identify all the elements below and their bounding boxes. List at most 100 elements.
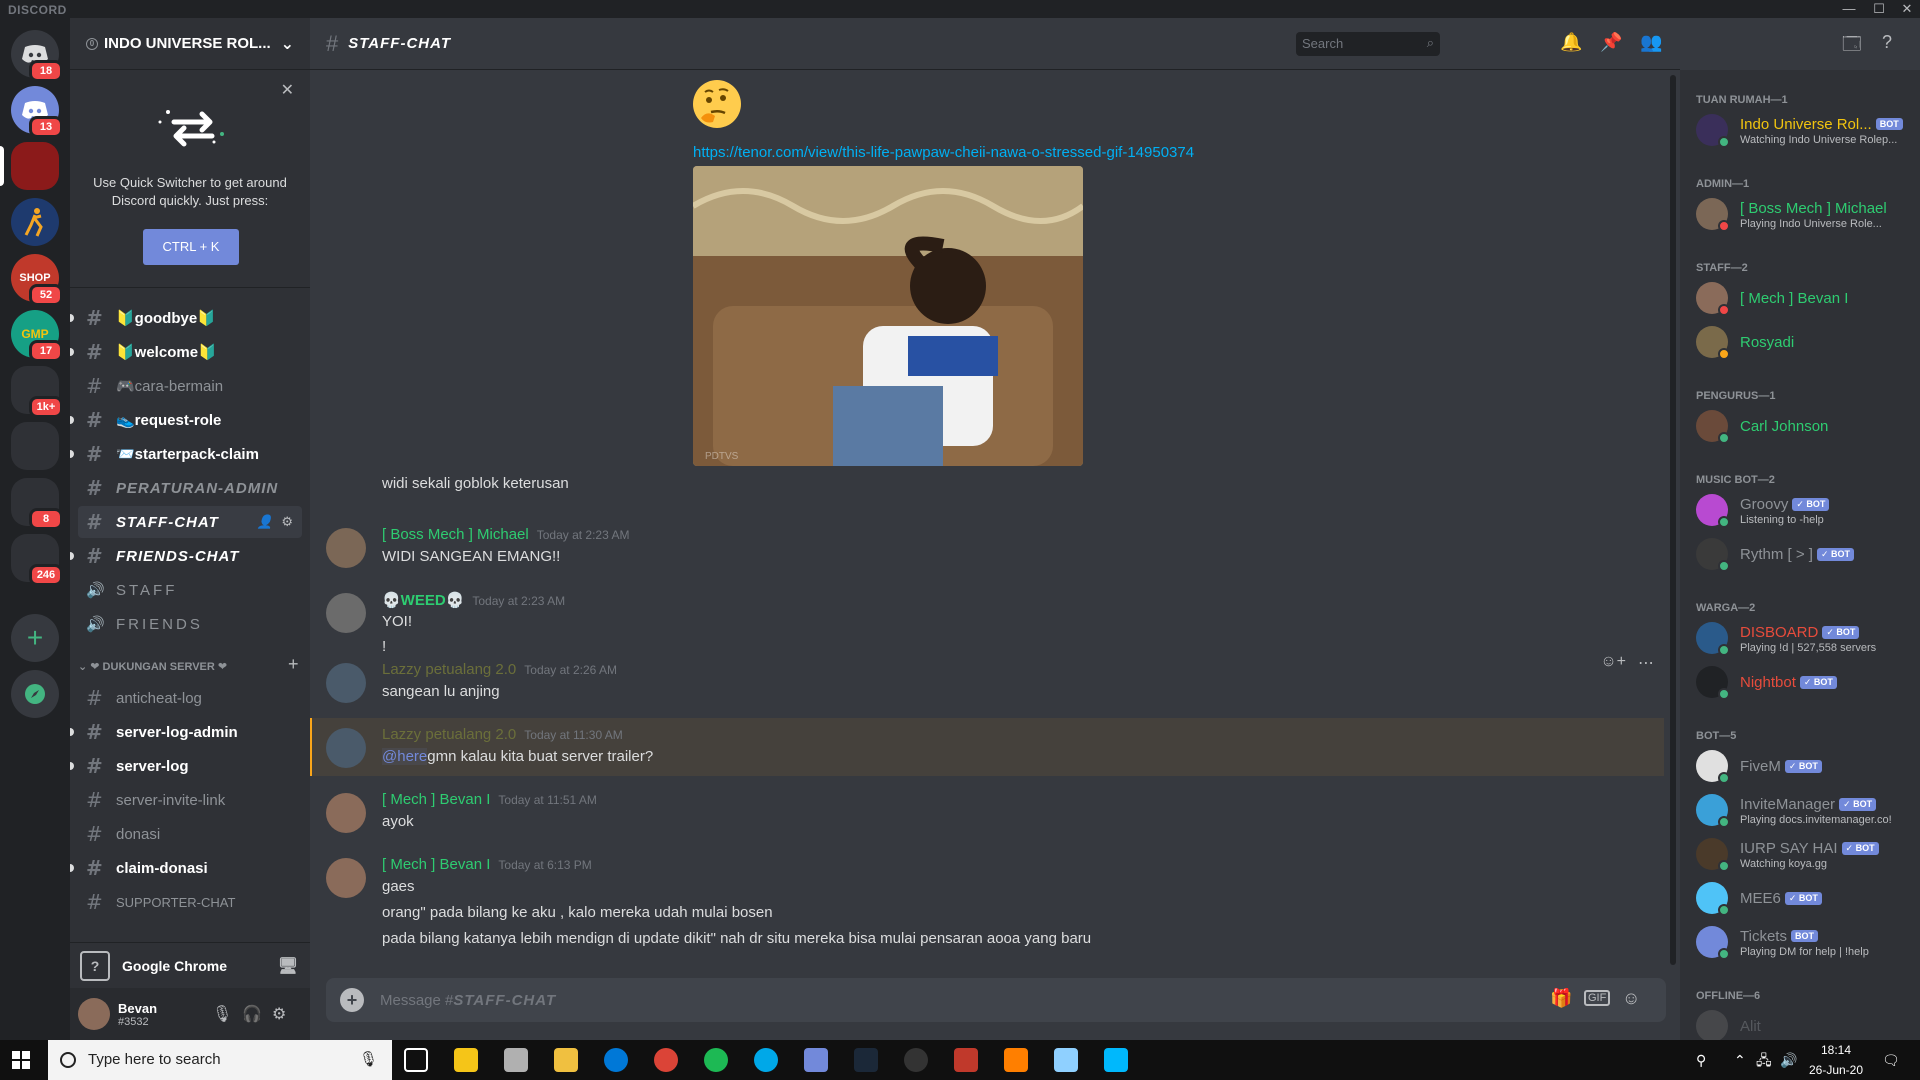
bell-icon[interactable]: 🔔 (1560, 32, 1582, 53)
channel-peraturan-admin[interactable]: # PERATURAN-ADMIN (78, 472, 302, 504)
member-item[interactable]: Indo Universe Rol... BOT Watching Indo Un… (1696, 110, 1916, 152)
server-folder[interactable] (11, 422, 59, 470)
file-explorer-icon[interactable] (554, 1048, 578, 1072)
channel-claim-donasi[interactable]: # claim-donasi (70, 852, 302, 884)
channel-request-role[interactable]: # 👟request-role (70, 404, 302, 436)
close-window-button[interactable]: ✕ (1894, 0, 1920, 18)
emoji-picker-icon[interactable]: ☺ (1622, 988, 1640, 1009)
member-item[interactable]: Carl Johnson (1696, 406, 1916, 448)
server-icon[interactable] (11, 198, 59, 246)
channel-anticheat-log[interactable]: # anticheat-log (78, 682, 302, 714)
avatar[interactable] (326, 728, 366, 768)
headphones-icon[interactable]: 🎧 (242, 1004, 262, 1024)
channel-starterpack-claim[interactable]: # 📨starterpack-claim (70, 438, 302, 470)
create-channel-button[interactable]: + (288, 654, 299, 675)
minimize-button[interactable]: — (1836, 0, 1862, 18)
category-header[interactable]: ⌄ ❤ DUKUNGAN SERVER ❤ (78, 660, 227, 673)
chevron-up-icon[interactable]: ⌃ (1734, 1050, 1746, 1070)
help-icon[interactable]: ? (1882, 32, 1892, 53)
voice-channel-staff[interactable]: 🔊 STAFF (78, 574, 302, 606)
screen-share-icon[interactable]: 🖥 (278, 956, 298, 976)
channel-cara-bermain[interactable]: # 🎮cara-bermain (78, 370, 302, 402)
message-author[interactable]: Lazzy petualang 2.0 (382, 726, 516, 743)
add-server-button[interactable]: + (11, 614, 59, 662)
avatar[interactable] (326, 593, 366, 633)
gift-icon[interactable]: 🎁 (1550, 988, 1572, 1009)
message-author[interactable]: [ Boss Mech ] Michael (382, 526, 529, 543)
gif-embed[interactable]: PDTVS (693, 166, 1083, 466)
channel-welcome[interactable]: # 🔰welcome🔰 (70, 336, 302, 368)
channel-supporter-chat[interactable]: # SUPPORTER-CHAT (78, 886, 302, 918)
message-author[interactable]: Lazzy petualang 2.0 (382, 661, 516, 678)
windows-start-icon[interactable] (12, 1051, 30, 1069)
spotify-icon[interactable] (704, 1048, 728, 1072)
avatar[interactable] (326, 793, 366, 833)
inbox-icon[interactable]: 🗔 (1842, 32, 1862, 62)
channel-server-log[interactable]: # server-log (70, 750, 302, 782)
clock[interactable]: 18:14 26-Jun-20 (1806, 1040, 1866, 1080)
channel-server-log-admin[interactable]: # server-log-admin (70, 716, 302, 748)
server-folder[interactable]: 8 (11, 478, 63, 530)
avatar[interactable] (78, 998, 110, 1030)
server-folder[interactable]: 1k+ (11, 366, 63, 418)
gear-icon[interactable]: ⚙ (281, 514, 294, 530)
channel-donasi[interactable]: # donasi (78, 818, 302, 850)
server-folder[interactable]: 246 (11, 534, 63, 586)
channel-friends-chat[interactable]: # FRIENDS-CHAT (70, 540, 302, 572)
member-item[interactable]: Nightbot ✓ BOT (1696, 662, 1916, 704)
microphone-icon[interactable]: 🎙 (212, 1004, 232, 1024)
member-item[interactable]: IURP SAY HAI ✓ BOT Watching koya.gg (1696, 834, 1916, 876)
home-button[interactable]: 18 (11, 30, 63, 82)
mail-icon[interactable] (504, 1048, 528, 1072)
pin-icon[interactable]: 📌 (1600, 32, 1622, 53)
network-icon[interactable]: 🖧 (1756, 1050, 1772, 1070)
member-item[interactable]: [ Boss Mech ] Michael Playing Indo Unive… (1696, 194, 1916, 236)
member-item[interactable]: Tickets BOT Playing DM for help | !help (1696, 922, 1916, 964)
discord-taskbar-icon[interactable] (804, 1048, 828, 1072)
more-options-icon[interactable]: ⋯ (1638, 653, 1654, 673)
server-header[interactable]: 0 INDO UNIVERSE ROL... ⌄ (70, 18, 310, 70)
gear-icon[interactable]: ⚙ (272, 1004, 286, 1024)
members-icon[interactable]: 👥 (1640, 32, 1662, 53)
member-item[interactable]: InviteManager ✓ BOT Playing docs.invitema… (1696, 790, 1916, 832)
edge-icon[interactable] (604, 1048, 628, 1072)
app-icon[interactable] (1054, 1048, 1078, 1072)
add-reaction-icon[interactable]: ☺+ (1600, 653, 1626, 671)
message-author[interactable]: [ Mech ] Bevan I (382, 791, 490, 808)
notifications-icon[interactable]: 🗨 (1882, 1050, 1900, 1070)
maximize-button[interactable]: ☐ (1866, 0, 1892, 18)
app-icon[interactable] (904, 1048, 928, 1072)
app-icon[interactable] (754, 1048, 778, 1072)
avatar[interactable] (326, 663, 366, 703)
microphone-icon[interactable]: 🎙 (359, 1040, 378, 1080)
message-author[interactable]: 💀WEED💀 (382, 592, 464, 609)
here-mention[interactable]: @here (382, 748, 428, 765)
taskbar-search-input[interactable]: Type here to search 🎙 (48, 1040, 392, 1080)
gif-button[interactable]: GIF (1584, 990, 1611, 1006)
member-item[interactable]: [ Mech ] Bevan I (1696, 278, 1916, 320)
scrollbar[interactable] (1670, 75, 1676, 965)
tenor-link[interactable]: https://tenor.com/view/this-life-pawpaw-… (693, 144, 1194, 161)
member-item[interactable]: Rosyadi (1696, 322, 1916, 364)
quick-switcher-button[interactable]: CTRL + K (143, 229, 239, 265)
channel-staff-chat[interactable]: # STAFF-CHAT 👤 ⚙ (78, 506, 302, 538)
invite-icon[interactable]: 👤 (257, 514, 274, 530)
explore-servers-button[interactable] (11, 670, 59, 718)
task-view-icon[interactable] (404, 1048, 428, 1072)
member-item[interactable]: FiveM ✓ BOT (1696, 746, 1916, 788)
winrar-icon[interactable] (954, 1048, 978, 1072)
chrome-icon[interactable] (654, 1048, 678, 1072)
member-item[interactable]: Groovy ✓ BOT Listening to -help (1696, 490, 1916, 532)
volume-icon[interactable]: 🔊 (1780, 1050, 1797, 1070)
server-icon[interactable]: GMP 17 (11, 310, 63, 362)
message-composer[interactable]: + Message #STAFF-CHAT 🎁 GIF ☺ (326, 978, 1666, 1022)
member-item[interactable]: DISBOARD ✓ BOT Playing !d | 527,558 serve… (1696, 618, 1916, 660)
steam-icon[interactable] (854, 1048, 878, 1072)
avatar[interactable] (326, 858, 366, 898)
member-item[interactable]: MEE6 ✓ BOT (1696, 878, 1916, 920)
search-input[interactable]: Search ⌕ (1296, 32, 1440, 56)
message-author[interactable]: [ Mech ] Bevan I (382, 856, 490, 873)
store-icon[interactable] (454, 1048, 478, 1072)
voice-channel-friends[interactable]: 🔊 FRIENDS (78, 608, 302, 640)
channel-goodbye[interactable]: # 🔰goodbye🔰 (70, 302, 302, 334)
